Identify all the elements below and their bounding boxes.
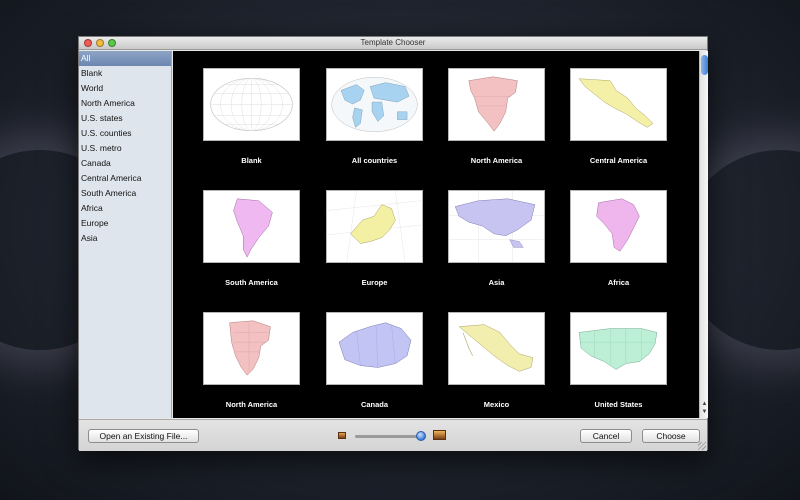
sidebar-item-all[interactable]: All [79,51,171,66]
template-label: All countries [351,156,398,165]
central-america-map-icon[interactable] [570,68,667,141]
world-map-icon[interactable] [326,68,423,141]
template-tile[interactable]: Europe [326,190,423,287]
template-label: South America [225,278,278,287]
template-label: Europe [361,278,388,287]
sidebar-item-us-states[interactable]: U.S. states [79,111,171,126]
template-label: United States [594,400,643,409]
sidebar-item-south-america[interactable]: South America [79,186,171,201]
template-label: Mexico [483,400,510,409]
sidebar-item-north-america[interactable]: North America [79,96,171,111]
template-label: Blank [241,156,262,165]
sidebar-item-blank[interactable]: Blank [79,66,171,81]
united-states-map-icon[interactable] [570,312,667,385]
sidebar-item-africa[interactable]: Africa [79,201,171,216]
sidebar-item-us-counties[interactable]: U.S. counties [79,126,171,141]
asia-map-icon[interactable] [448,190,545,263]
template-label: North America [225,400,278,409]
template-tile[interactable]: United States [570,312,667,409]
resize-grip-icon[interactable] [698,442,706,450]
template-label: Asia [488,278,505,287]
sidebar-item-europe[interactable]: Europe [79,216,171,231]
template-tile[interactable]: South America [203,190,300,287]
europe-map-icon[interactable] [326,190,423,263]
blank-map-icon[interactable] [203,68,300,141]
template-label: Canada [360,400,389,409]
cancel-button[interactable]: Cancel [580,429,632,443]
mexico-map-icon[interactable] [448,312,545,385]
south-america-map-icon[interactable] [203,190,300,263]
choose-button[interactable]: Choose [642,429,700,443]
template-tile[interactable]: Central America [570,68,667,165]
scrollbar-thumb[interactable] [701,55,708,75]
template-tile[interactable]: Blank [203,68,300,165]
template-tile[interactable]: Asia [448,190,545,287]
scroll-down-arrow-icon[interactable]: ▼ [700,408,709,416]
template-grid: Blank All countries North America Centra… [173,51,699,418]
sidebar-item-central-america[interactable]: Central America [79,171,171,186]
north-america-map-icon[interactable] [448,68,545,141]
template-label: North America [470,156,523,165]
template-tile[interactable]: Africa [570,190,667,287]
sidebar-item-canada[interactable]: Canada [79,156,171,171]
template-chooser-window: Template Chooser All Blank World North A… [78,36,708,451]
bottom-toolbar: Open an Existing File... Cancel Choose [79,419,707,451]
open-existing-file-button[interactable]: Open an Existing File... [88,429,199,443]
small-thumbnail-icon [338,432,346,439]
category-sidebar: All Blank World North America U.S. state… [79,51,172,418]
template-tile[interactable]: Mexico [448,312,545,409]
window-title: Template Chooser [360,38,426,47]
sidebar-item-us-metro[interactable]: U.S. metro [79,141,171,156]
sidebar-item-asia[interactable]: Asia [79,231,171,246]
thumbnail-size-slider[interactable] [355,435,423,438]
template-tile[interactable]: All countries [326,68,423,165]
template-label: Africa [607,278,630,287]
template-grid-scrollbar[interactable]: ▲ ▼ [699,51,708,418]
template-tile[interactable]: North America [448,68,545,165]
thumbnail-size-slider-knob[interactable] [416,431,426,441]
scroll-up-arrow-icon[interactable]: ▲ [700,400,709,408]
title-bar[interactable]: Template Chooser [79,37,707,50]
north-america-states-map-icon[interactable] [203,312,300,385]
template-label: Central America [589,156,648,165]
africa-map-icon[interactable] [570,190,667,263]
canada-map-icon[interactable] [326,312,423,385]
template-tile[interactable]: North America [203,312,300,409]
template-tile[interactable]: Canada [326,312,423,409]
large-thumbnail-icon [433,430,446,440]
sidebar-item-world[interactable]: World [79,81,171,96]
